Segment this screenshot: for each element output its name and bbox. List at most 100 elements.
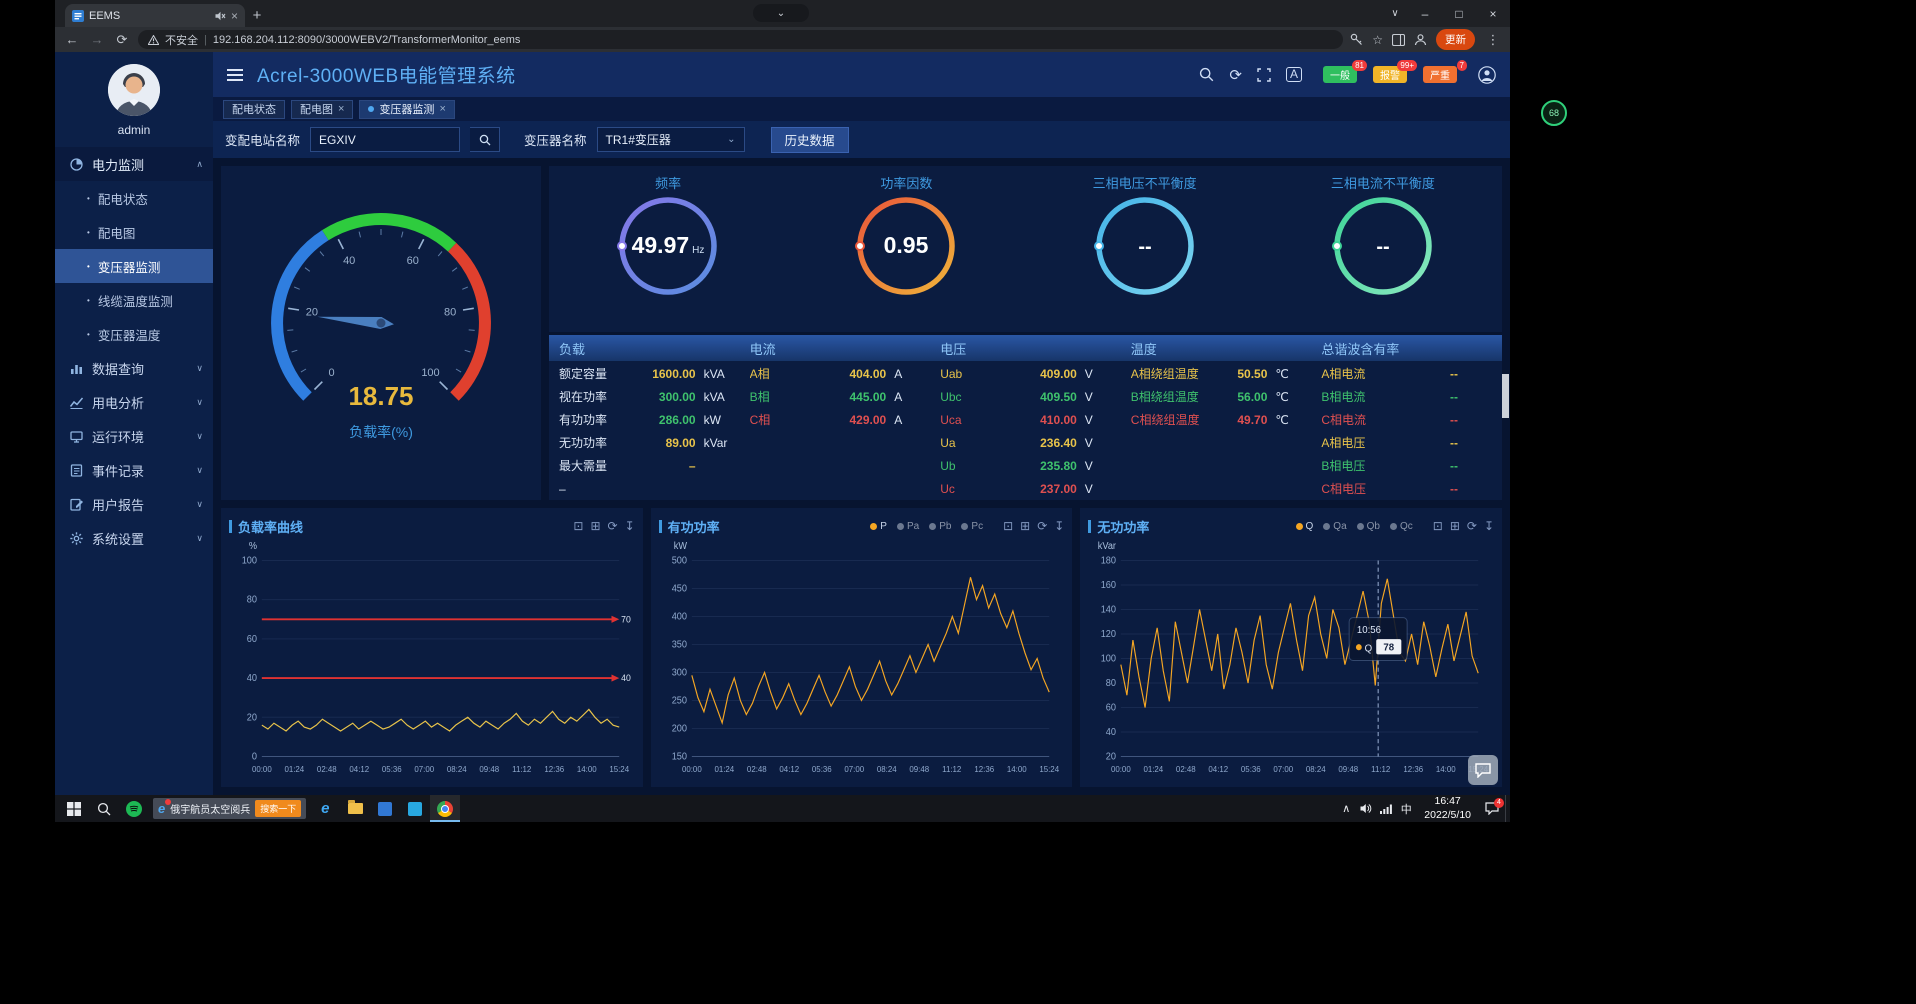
legend-item[interactable]: Qa [1323,521,1346,532]
window-menu-pill[interactable]: ⌄ [753,4,809,22]
app-icon-blue[interactable] [370,795,400,822]
user-avatar[interactable] [108,64,160,116]
taskbar-search-button[interactable] [89,795,119,822]
kpi-ring: -- [1325,192,1441,304]
network-icon[interactable] [1376,804,1396,814]
toolbox-restore-icon[interactable]: ⟳ [1037,519,1047,533]
alarm-badge[interactable]: 报警99+ [1373,66,1407,83]
transformer-select[interactable]: TR1#变压器 ⌄ [597,127,745,152]
row-unit: V [1077,436,1111,450]
chrome-update-button[interactable]: 更新 [1436,29,1475,50]
window-minimize-button[interactable]: – [1408,0,1442,27]
toolbox-download-icon[interactable]: ↧ [625,519,635,533]
sidebar-item[interactable]: 运行环境∨ [55,419,213,453]
sidebar-subitem[interactable]: •配电状态 [55,181,213,215]
legend-item[interactable]: Qb [1357,521,1380,532]
legend-item[interactable]: Pb [929,521,951,532]
forward-button[interactable]: → [88,32,106,47]
chart-title-label: 负载率曲线 [238,517,303,536]
sidebar-item[interactable]: 系统设置∨ [55,521,213,555]
new-tab-button[interactable]: + [245,4,269,27]
toolbox-restore-icon[interactable]: ⟳ [608,519,618,533]
station-search-button[interactable] [470,127,500,152]
tab-close-icon[interactable]: × [231,9,238,23]
ie-taskbar-icon[interactable]: e [310,795,340,822]
profile-avatar-icon[interactable] [1414,33,1427,46]
address-bar[interactable]: 不安全 | 192.168.204.112:8090/3000WEBV2/Tra… [138,30,1343,49]
legend-item[interactable]: Q [1296,521,1314,532]
toolbox-save-icon[interactable]: ⊡ [573,519,583,533]
chevron-icon: ∨ [196,431,203,442]
spotify-icon[interactable] [119,795,149,822]
alarm-badge[interactable]: 一般81 [1323,66,1357,83]
app-icon-lightblue[interactable] [400,795,430,822]
tab-search-chevron-icon[interactable]: ∨ [1382,0,1408,27]
toolbox-save-icon[interactable]: ⊡ [1433,519,1443,533]
legend-item[interactable]: Qc [1390,521,1413,532]
sidebar-item[interactable]: 电力监测∧ [55,147,213,181]
sidebar-item[interactable]: 事件记录∨ [55,453,213,487]
toolbox-restore-icon[interactable]: ⟳ [1467,519,1477,533]
search-icon[interactable] [1199,67,1214,82]
close-icon[interactable]: × [439,103,445,115]
history-data-button[interactable]: 历史数据 [771,127,849,153]
taskbar-clock[interactable]: 16:47 2022/5/10 [1424,795,1471,821]
row-unit: ℃ [1267,390,1301,404]
tray-expand-icon[interactable]: ∧ [1336,802,1356,815]
font-size-icon[interactable]: A [1286,67,1302,82]
user-avatar-icon[interactable] [1478,66,1496,84]
toolbox-dataview-icon[interactable]: ⊞ [1450,519,1460,533]
legend-item[interactable]: P [870,521,887,532]
page-scrollbar-thumb[interactable] [1502,374,1509,418]
tab-audio-mute-icon[interactable] [215,11,226,21]
start-button[interactable] [59,795,89,822]
refresh-icon[interactable]: ⟳ [1229,66,1242,84]
news-widget-search-button[interactable]: 搜索一下 [255,800,301,817]
news-search-widget[interactable]: e 俄宇航员太空阅兵 搜索一下 [153,798,306,819]
ime-indicator[interactable]: 中 [1396,801,1416,817]
window-close-button[interactable]: × [1476,0,1510,27]
password-key-icon[interactable] [1350,33,1363,46]
browser-tab-eems[interactable]: EEMS × [65,4,245,27]
sidebar-item[interactable]: 数据查询∨ [55,351,213,385]
chevron-icon: ∧ [196,159,203,170]
station-input[interactable] [310,127,460,152]
volume-icon[interactable] [1356,803,1376,814]
close-icon[interactable]: × [338,103,344,115]
column-header: 温度 [1121,335,1312,361]
sidebar-item-label: 用电分析 [92,393,144,412]
view-tab[interactable]: 变压器监测× [359,100,454,119]
feedback-chat-button[interactable] [1468,755,1498,785]
alarm-badge[interactable]: 严重7 [1423,66,1457,83]
toolbox-dataview-icon[interactable]: ⊞ [590,519,600,533]
back-button[interactable]: ← [63,32,81,47]
show-desktop-button[interactable] [1505,795,1510,822]
sidebar-subitem[interactable]: •配电图 [55,215,213,249]
notification-dot-icon [165,799,171,805]
toolbox-download-icon[interactable]: ↧ [1054,519,1064,533]
side-panel-icon[interactable] [1392,34,1405,46]
recorder-overlay-badge[interactable]: 68 [1541,100,1567,126]
sidebar-subitem[interactable]: •变压器监测 [55,249,213,283]
sidebar-item[interactable]: 用户报告∨ [55,487,213,521]
reload-button[interactable]: ⟳ [113,32,131,48]
sidebar-subitem[interactable]: •线缆温度监测 [55,283,213,317]
window-maximize-button[interactable]: □ [1442,0,1476,27]
browser-menu-icon[interactable]: ⋮ [1484,32,1502,48]
file-explorer-icon[interactable] [340,795,370,822]
chrome-taskbar-icon[interactable] [430,795,460,822]
action-center-button[interactable]: 4 [1479,795,1505,822]
view-tab[interactable]: 配电图× [291,100,353,119]
toolbox-dataview-icon[interactable]: ⊞ [1020,519,1030,533]
view-tab[interactable]: 配电状态 [223,100,285,119]
sidebar-toggle-icon[interactable] [227,69,243,81]
toolbox-save-icon[interactable]: ⊡ [1003,519,1013,533]
toolbox-download-icon[interactable]: ↧ [1484,519,1494,533]
fullscreen-icon[interactable] [1257,68,1271,82]
legend-item[interactable]: Pc [961,521,983,532]
sidebar-item[interactable]: 用电分析∨ [55,385,213,419]
svg-text:200: 200 [671,723,686,734]
bookmark-star-icon[interactable]: ☆ [1372,33,1383,47]
sidebar-subitem[interactable]: •变压器温度 [55,317,213,351]
legend-item[interactable]: Pa [897,521,919,532]
